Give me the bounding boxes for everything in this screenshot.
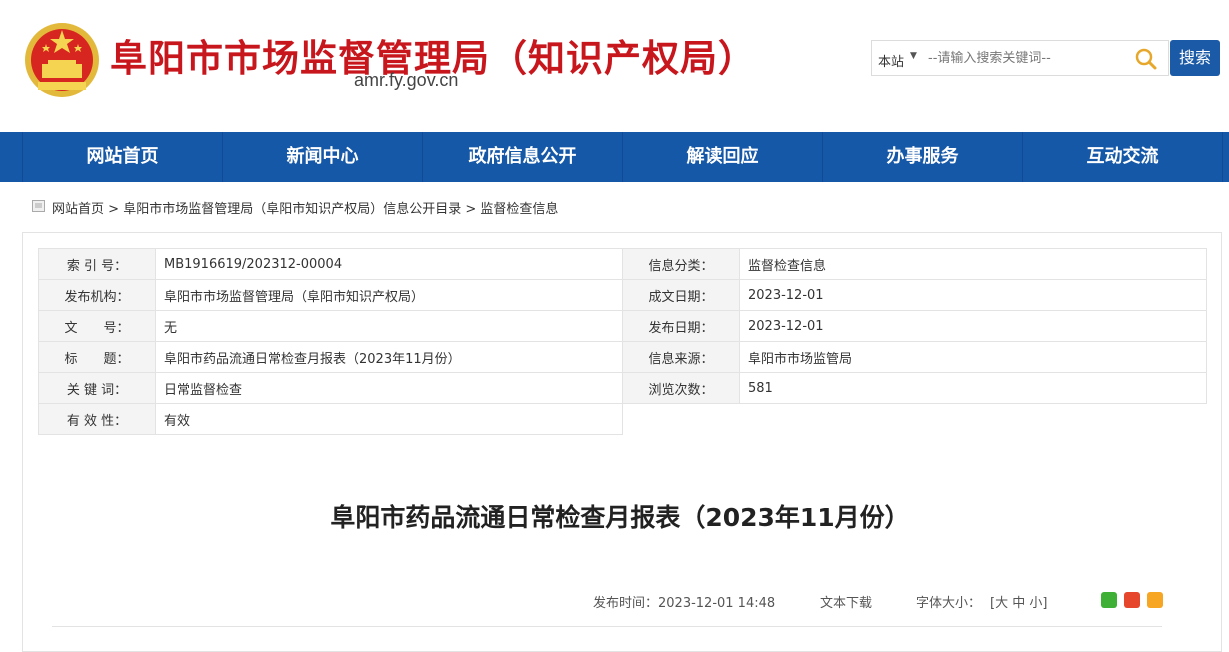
publisher-value: 阜阳市市场监督管理局（阜阳市知识产权局） [155,279,623,311]
weibo-icon[interactable] [1124,592,1140,608]
national-emblem-icon [25,23,99,97]
validity-label: 有 效 性： [38,403,156,435]
table-row: 索 引 号： MB1916619/202312-00004 信息分类： 监督检查… [38,248,1207,280]
qzone-icon[interactable] [1147,592,1163,608]
nav-item-interpretation[interactable]: 解读回应 [622,132,822,182]
main-nav: 网站首页 新闻中心 政府信息公开 解读回应 办事服务 互动交流 [0,132,1229,182]
keywords-value: 日常监督检查 [155,372,623,404]
keywords-label: 关 键 词： [38,372,156,404]
nav-item-news[interactable]: 新闻中心 [222,132,422,182]
publish-date-label: 发布日期： [622,310,740,342]
validity-value: 有效 [155,403,623,435]
search-scope-select[interactable]: 本站 [878,51,904,70]
font-size-toggle[interactable]: [大 中 小] [990,592,1047,611]
title-label: 标 题： [38,341,156,373]
title-value: 阜阳市药品流通日常检查月报表（2023年11月份） [155,341,623,373]
home-icon [32,200,45,212]
empty-cell [740,404,1207,435]
docno-value: 无 [155,310,623,342]
breadcrumb-catalog-link[interactable]: 阜阳市市场监督管理局（阜阳市知识产权局）信息公开目录 [123,202,461,217]
source-value: 阜阳市市场监管局 [739,341,1207,373]
divider [52,626,1162,627]
index-value: MB1916619/202312-00004 [155,248,623,280]
category-value: 监督检查信息 [739,248,1207,280]
table-row: 关 键 词： 日常监督检查 浏览次数： 581 [38,372,1207,404]
breadcrumb-home-link[interactable]: 网站首页 [52,202,104,217]
views-value: 581 [739,372,1207,404]
publish-time: 发布时间：2023-12-01 14:48 [593,596,776,611]
nav-item-services[interactable]: 办事服务 [822,132,1022,182]
breadcrumb: 网站首页 > 阜阳市市场监督管理局（阜阳市知识产权局）信息公开目录 > 监督检查… [52,198,558,217]
table-row: 发布机构： 阜阳市市场监督管理局（阜阳市知识产权局） 成文日期： 2023-12… [38,279,1207,311]
font-size-label: 字体大小： [916,596,982,611]
site-domain: amr.fy.gov.cn [354,70,459,90]
publisher-label: 发布机构： [38,279,156,311]
category-label: 信息分类： [622,248,740,280]
docno-label: 文 号： [38,310,156,342]
index-label: 索 引 号： [38,248,156,280]
created-date-value: 2023-12-01 [739,279,1207,311]
table-row: 标 题： 阜阳市药品流通日常检查月报表（2023年11月份） 信息来源： 阜阳市… [38,341,1207,373]
breadcrumb-current-link[interactable]: 监督检查信息 [480,202,558,217]
info-metadata-table: 索 引 号： MB1916619/202312-00004 信息分类： 监督检查… [38,248,1207,435]
breadcrumb-separator: > [465,202,477,217]
nav-item-home[interactable]: 网站首页 [22,132,222,182]
search-box: 本站 ▼ [871,40,1169,76]
chevron-down-icon[interactable]: ▼ [910,51,917,61]
article-title: 阜阳市药品流通日常检查月报表（2023年11月份） [330,503,910,532]
created-date-label: 成文日期： [622,279,740,311]
site-header: 阜阳市市场监督管理局（知识产权局） amr.fy.gov.cn 本站 ▼ 搜索 [0,0,1229,132]
empty-cell [623,404,740,435]
views-label: 浏览次数： [622,372,740,404]
publish-date-value: 2023-12-01 [739,310,1207,342]
nav-item-gov-info[interactable]: 政府信息公开 [422,132,622,182]
table-row: 文 号： 无 发布日期： 2023-12-01 [38,310,1207,342]
download-link[interactable]: 文本下载 [820,592,872,611]
source-label: 信息来源： [622,341,740,373]
wechat-icon[interactable] [1101,592,1117,608]
search-button[interactable]: 搜索 [1170,40,1220,76]
search-icon[interactable] [1134,47,1158,71]
breadcrumb-separator: > [108,202,120,217]
table-row: 有 效 性： 有效 [38,403,1207,435]
search-input[interactable] [928,48,1118,68]
nav-item-interaction[interactable]: 互动交流 [1022,132,1223,182]
